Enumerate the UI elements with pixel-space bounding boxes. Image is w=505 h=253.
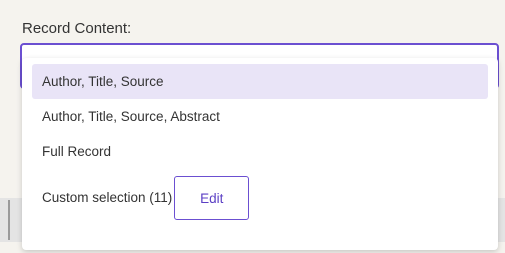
option-author-title-source[interactable]: Author, Title, Source <box>32 64 488 99</box>
record-content-dropdown: Author, Title, Source Author, Title, Sou… <box>22 58 498 250</box>
option-custom-selection[interactable]: Custom selection (11) Edit <box>32 175 488 221</box>
option-author-title-source-abstract[interactable]: Author, Title, Source, Abstract <box>32 99 488 134</box>
edit-button[interactable]: Edit <box>174 176 250 220</box>
option-full-record[interactable]: Full Record <box>32 134 488 169</box>
background-divider-left <box>8 200 10 240</box>
record-content-label: Record Content: <box>22 20 132 37</box>
custom-selection-label: Custom selection (11) <box>42 190 173 205</box>
